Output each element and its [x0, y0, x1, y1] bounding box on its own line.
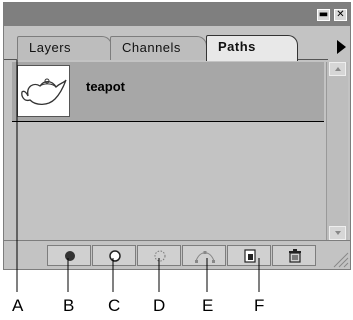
callout-label-b: B — [63, 296, 75, 315]
callout-label-d: D — [153, 296, 166, 315]
callout-label-e: E — [202, 296, 214, 315]
callout-label-c: C — [108, 296, 121, 315]
callout-label-f: F — [254, 296, 265, 315]
callout-label-a: A — [12, 296, 24, 315]
callout-lines — [16, 60, 260, 292]
